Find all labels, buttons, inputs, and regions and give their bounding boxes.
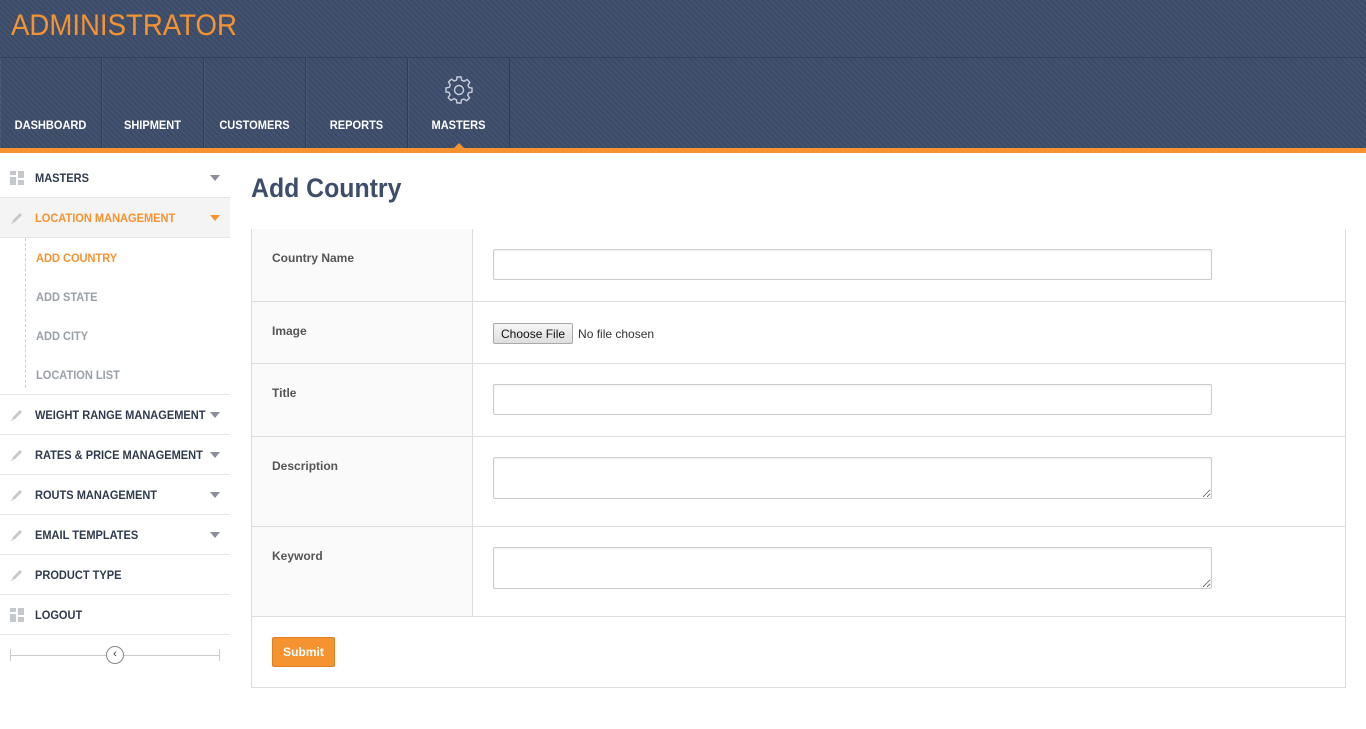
sidebar-item-routs[interactable]: ROUTS MANAGEMENT [0,475,230,515]
sidebar-item-label: WEIGHT RANGE MANAGEMENT [35,407,206,422]
grid-icon [10,170,24,185]
page-title: Add Country [251,173,402,203]
submenu-add-country[interactable]: ADD COUNTRY [0,238,230,277]
title-input[interactable] [493,384,1212,415]
submit-button[interactable]: Submit [272,637,335,667]
pencil-icon [11,569,22,581]
nav-dashboard[interactable]: DASHBOARD [0,58,102,148]
divider [219,649,220,661]
image-label: Image [252,302,473,363]
sidebar-item-location-management[interactable]: LOCATION MANAGEMENT [0,198,230,238]
nav-dashboard-label: DASHBOARD [14,118,87,132]
description-label: Description [252,437,473,526]
sidebar-item-product-type[interactable]: PRODUCT TYPE [0,555,230,595]
nav-reports[interactable]: REPORTS [306,58,408,148]
sidebar-item-label: MASTERS [35,170,89,185]
keyword-label: Keyword [252,527,473,616]
pencil-icon [11,529,22,541]
main-content: Add Country Country Name Image Choose Fi… [251,158,1346,688]
sidebar-item-label: LOGOUT [35,607,83,622]
chevron-down-icon [210,412,220,418]
pencil-icon [11,489,22,501]
chevron-down-icon [210,215,220,221]
description-textarea[interactable] [493,457,1212,499]
sidebar-item-label: PRODUCT TYPE [35,567,122,582]
keyword-textarea[interactable] [493,547,1212,589]
grid-icon [10,607,24,622]
submenu-label: ADD COUNTRY [36,250,118,265]
submenu-add-city[interactable]: ADD CITY [0,316,230,355]
form-row-keyword: Keyword [252,527,1345,617]
top-header: ADMINISTRATOR [0,0,1366,58]
nav-shipment-label: SHIPMENT [123,118,182,132]
country-name-input[interactable] [493,249,1212,280]
form-actions: Submit [252,617,1345,687]
pencil-icon [11,212,22,224]
sidebar-item-email-templates[interactable]: EMAIL TEMPLATES [0,515,230,555]
submenu-add-state[interactable]: ADD STATE [0,277,230,316]
divider [10,649,11,661]
nav-masters[interactable]: MASTERS [408,58,510,149]
submenu-label: LOCATION LIST [36,367,120,382]
choose-file-button[interactable]: Choose File [493,323,574,344]
add-country-form: Country Name Image Choose File No file c… [251,229,1346,688]
sidebar-collapse-button[interactable]: ‹ [106,646,124,664]
brand-title: ADMINISTRATOR [11,9,237,42]
sidebar: MASTERS LOCATION MANAGEMENT ADD COUNTRY … [0,158,230,679]
nav-shipment[interactable]: SHIPMENT [102,58,204,148]
form-row-country-name: Country Name [252,229,1345,302]
form-row-image: Image Choose File No file chosen [252,302,1345,364]
file-status-text: No file chosen [578,326,655,341]
sidebar-item-weight-range[interactable]: WEIGHT RANGE MANAGEMENT [0,395,230,435]
image-file-picker: Choose File No file chosen [493,322,1345,344]
chevron-down-icon [210,492,220,498]
chevron-down-icon [210,532,220,538]
chevron-down-icon [210,175,220,181]
title-label: Title [252,364,473,436]
nav-customers-label: CUSTOMERS [219,118,290,132]
sidebar-item-logout[interactable]: LOGOUT [0,595,230,635]
location-submenu: ADD COUNTRY ADD STATE ADD CITY LOCATION … [0,238,230,395]
pencil-icon [11,449,22,461]
sidebar-item-label: LOCATION MANAGEMENT [35,210,176,225]
nav-masters-label: MASTERS [431,118,486,132]
sidebar-item-label: RATES & PRICE MANAGEMENT [35,447,203,462]
submenu-location-list[interactable]: LOCATION LIST [0,355,230,394]
sidebar-item-label: EMAIL TEMPLATES [35,527,139,542]
sidebar-item-rates-price[interactable]: RATES & PRICE MANAGEMENT [0,435,230,475]
submenu-label: ADD STATE [36,289,98,304]
gear-icon [444,76,473,104]
submenu-label: ADD CITY [36,328,89,343]
chevron-down-icon [210,452,220,458]
form-row-title: Title [252,364,1345,437]
pencil-icon [11,409,22,421]
nav-reports-label: REPORTS [329,118,384,132]
sidebar-collapse-bar: ‹ [0,635,230,679]
main-nav: DASHBOARD SHIPMENT CUSTOMERS REPORTS MAS… [0,58,1366,153]
country-name-label: Country Name [252,229,473,301]
nav-customers[interactable]: CUSTOMERS [204,58,306,148]
sidebar-item-masters[interactable]: MASTERS [0,158,230,198]
form-row-description: Description [252,437,1345,527]
sidebar-item-label: ROUTS MANAGEMENT [35,487,158,502]
